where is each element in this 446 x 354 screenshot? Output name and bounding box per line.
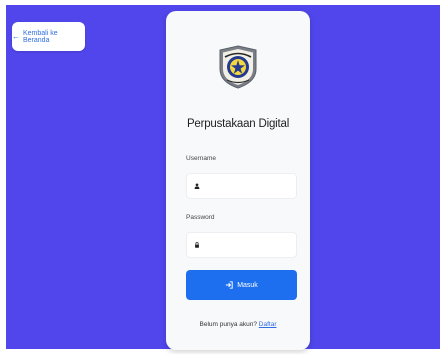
signup-prompt-text: Belum punya akun? [199, 321, 257, 328]
password-field[interactable] [186, 232, 297, 258]
password-input[interactable] [206, 235, 296, 255]
password-label: Password [186, 214, 215, 221]
school-logo [219, 45, 257, 89]
login-button[interactable]: Masuk [186, 270, 297, 300]
page-title: Perpustakaan Digital [186, 118, 290, 130]
arrow-left-icon: ← [12, 31, 20, 41]
signup-prompt: Belum punya akun? Daftar [166, 321, 310, 328]
login-button-label: Masuk [237, 281, 258, 289]
user-icon [194, 183, 200, 189]
back-button-label: Kembali ke Beranda [23, 29, 58, 44]
signup-link[interactable]: Daftar [259, 321, 277, 328]
username-label: Username [186, 155, 216, 162]
lock-icon [195, 242, 199, 248]
login-card: Perpustakaan Digital Username Password M… [166, 11, 310, 350]
sign-in-icon [225, 281, 233, 289]
username-field[interactable] [186, 173, 297, 199]
page-background: ← Kembali ke Beranda Perpustakaan Digita… [6, 5, 440, 350]
back-to-home-button[interactable]: ← Kembali ke Beranda [12, 22, 85, 51]
username-input[interactable] [206, 176, 296, 196]
